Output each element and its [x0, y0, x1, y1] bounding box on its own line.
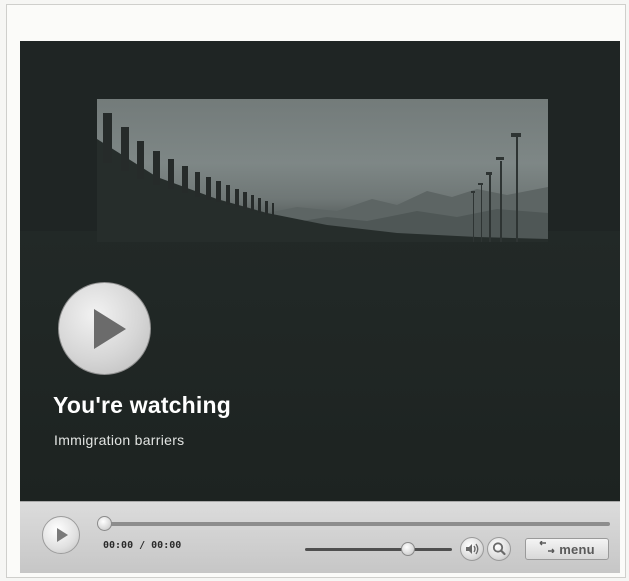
- seek-handle[interactable]: [97, 516, 112, 531]
- video-subtitle: Immigration barriers: [54, 432, 185, 448]
- watching-title: You're watching: [53, 392, 232, 418]
- volume-slider[interactable]: [305, 548, 452, 551]
- seek-bar[interactable]: [100, 522, 610, 526]
- video-player[interactable]: You're watching Immigration barriers 00:…: [20, 41, 620, 573]
- menu-arrows-icon: [539, 540, 555, 558]
- control-bar: 00:00 / 00:00 menu: [20, 501, 620, 573]
- border-fence-scene: [97, 113, 548, 242]
- menu-label: menu: [559, 541, 595, 557]
- time-display: 00:00 / 00:00: [103, 540, 182, 551]
- control-play-button[interactable]: [42, 516, 80, 554]
- menu-button[interactable]: menu: [525, 538, 609, 560]
- magnifier-icon[interactable]: [487, 537, 511, 561]
- play-icon: [57, 528, 68, 542]
- play-icon: [94, 309, 126, 349]
- big-play-button[interactable]: [58, 282, 151, 375]
- video-thumbnail: [97, 99, 548, 242]
- volume-handle[interactable]: [400, 542, 415, 556]
- speaker-icon[interactable]: [460, 537, 484, 561]
